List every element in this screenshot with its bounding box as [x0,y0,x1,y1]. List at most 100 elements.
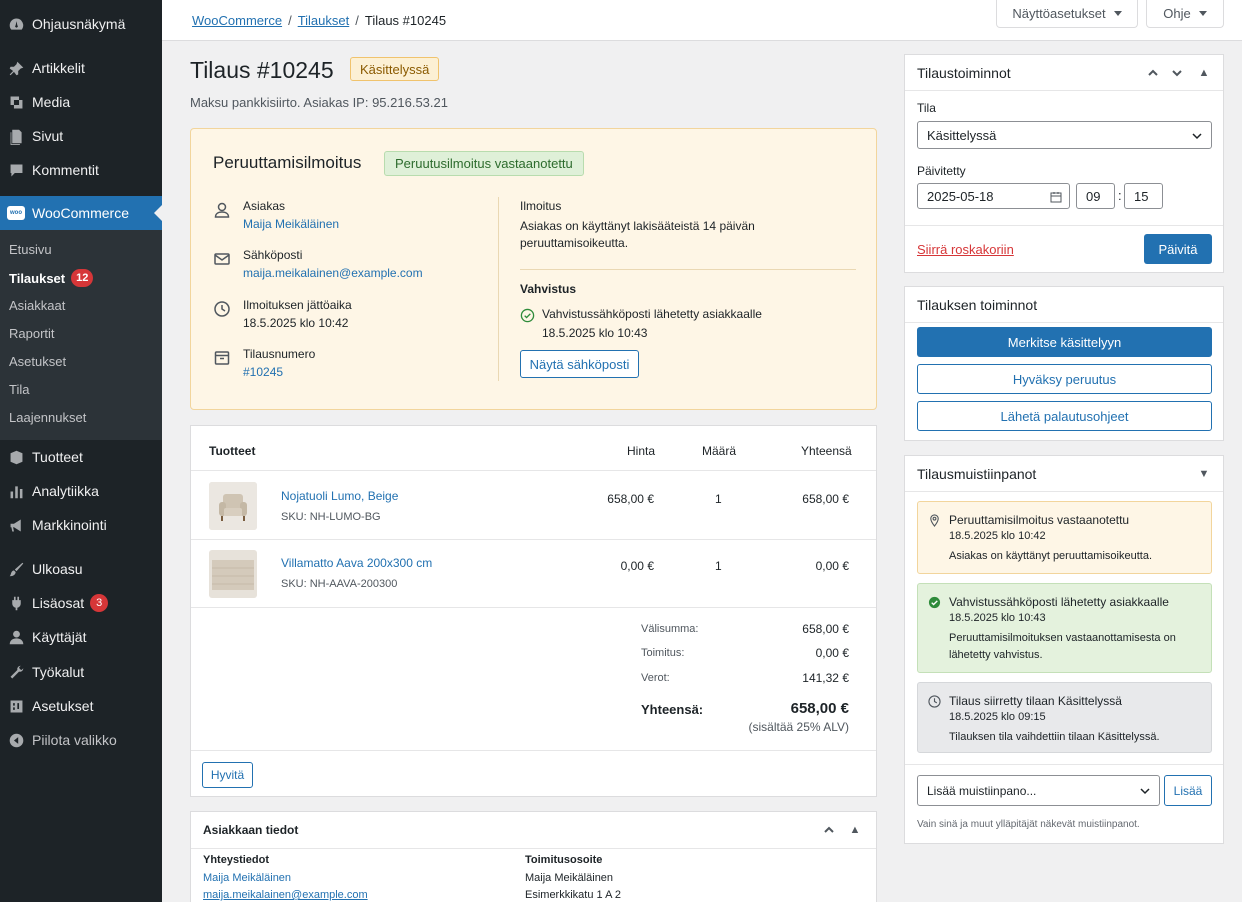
notice-text-line-1: Asiakas on käyttänyt lakisääteistä 14 pä… [520,219,755,233]
approve-cancellation-button[interactable]: Hyväksy peruutus [917,364,1212,394]
caret-down-icon [1198,11,1207,16]
menu-label: Lisäosat [32,595,85,611]
note-date: 18.5.2025 klo 10:43 [949,612,1046,624]
submenu-item-extensions[interactable]: Laajennukset [9,410,86,425]
woocommerce-submenu: Etusivu Tilaukset 12 Asiakkaat Raportit A… [0,230,162,440]
admin-sidebar: Ohjausnäkymä Artikkelit Media Sivut Komm… [0,0,162,902]
menu-label: Markkinointi [32,517,107,533]
menu-item-users[interactable]: Käyttäjät [0,620,162,654]
note-text: Asiakas on käyttänyt peruuttamisoikeutta… [949,550,1152,562]
updated-label: Päivitetty [917,164,966,178]
chevron-up-icon[interactable] [1145,65,1161,81]
chevron-down-icon[interactable] [1169,65,1185,81]
move-to-trash-link[interactable]: Siirrä roskakoriin [917,242,1014,257]
toggle-panel-icon[interactable]: ▲ [847,822,863,838]
menu-item-woocommerce[interactable]: woo WooCommerce [0,196,162,230]
subtotal-label: Välisumma: [641,623,699,635]
customer-details-panel: Asiakkaan tiedot ▲ Yhteystiedot Maija Me… [190,811,877,902]
plugins-update-badge: 3 [90,594,109,612]
breadcrumb-orders[interactable]: Tilaukset [298,13,350,28]
add-note-button[interactable]: Lisää [1164,775,1212,806]
submenu-item-status[interactable]: Tila [9,382,29,397]
menu-item-media[interactable]: Media [0,85,162,119]
shipping-heading: Toimitusosoite [525,854,603,866]
menu-item-comments[interactable]: Kommentit [0,153,162,187]
toggle-panel-icon[interactable]: ▼ [1196,466,1212,482]
menu-label: Artikkelit [32,60,85,76]
submenu-item-settings[interactable]: Asetukset [9,354,66,369]
toggle-panel-icon[interactable]: ▲ [1196,65,1212,81]
add-note-select[interactable]: Lisää muistiinpano... [917,775,1160,806]
check-circle-icon [928,596,941,609]
product-name-link[interactable]: Villamatto Aava 200x300 cm [281,556,432,570]
menu-label: Ulkoasu [32,561,83,577]
notes-hint: Vain sinä ja muut ylläpitäjät näkevät mu… [917,819,1140,830]
confirmation-text-line-1: Vahvistussähköposti lähetetty asiakkaall… [542,307,762,321]
woocommerce-icon: woo [6,203,26,223]
order-functions-panel: Tilauksen toiminnot Merkitse käsittelyyn… [904,286,1224,441]
send-return-instructions-button[interactable]: Lähetä palautusohjeet [917,401,1212,431]
screen-options-button[interactable]: Näyttöasetukset [996,0,1138,28]
collapse-icon [6,730,26,750]
menu-item-collapse[interactable]: Piilota valikko [0,723,162,757]
analytics-icon [6,481,26,501]
note-title: Tilaus siirretty tilaan Käsittelyssä [949,694,1122,708]
location-pin-icon [930,514,939,527]
calendar-icon [1050,192,1062,203]
dashboard-icon [6,14,26,34]
plugin-icon [6,593,26,613]
menu-item-dashboard[interactable]: Ohjausnäkymä [0,7,162,41]
menu-item-posts[interactable]: Artikkelit [0,51,162,85]
date-input[interactable]: 2025-05-18 [917,183,1070,209]
menu-label: Tuotteet [32,449,83,465]
menu-label: Media [32,94,71,110]
mark-processed-button[interactable]: Merkitse käsittelyyn [917,327,1212,357]
status-select[interactable]: Käsittelyssä [917,121,1212,149]
chevron-down-icon [1192,133,1202,140]
menu-item-appearance[interactable]: Ulkoasu [0,552,162,586]
order-subtitle: Maksu pankkisiirto. Asiakas IP: 95.216.5… [190,95,448,110]
contact-email-link[interactable]: maija.meikalainen@example.com [203,889,368,901]
submenu-item-reports[interactable]: Raportit [9,326,55,341]
breadcrumb-current: Tilaus #10245 [364,13,447,28]
chevron-up-icon[interactable] [821,822,837,838]
contact-name-link[interactable]: Maija Meikäläinen [203,872,291,884]
product-sku: SKU: NH-LUMO-BG [281,511,381,523]
product-name-link[interactable]: Nojatuoli Lumo, Beige [281,489,398,503]
product-thumbnail-armchair[interactable] [209,482,257,530]
submenu-item-home[interactable]: Etusivu [9,242,52,257]
confirmation-heading: Vahvistus [520,282,577,296]
column-header-price: Hinta [627,444,656,458]
menu-label: Käyttäjät [32,629,87,645]
order-number-link[interactable]: #10245 [243,365,283,379]
tax-value: 141,32 € [802,671,849,685]
menu-item-settings[interactable]: Asetukset [0,689,162,723]
submenu-item-customers[interactable]: Asiakkaat [9,298,65,313]
menu-label: Kommentit [32,162,99,178]
minute-input[interactable]: 15 [1124,183,1163,209]
order-actions-panel: Tilaustoiminnot ▲ Tila Käsittelyssä Päiv… [904,54,1224,273]
page-title: Tilaus #10245 [190,57,334,83]
help-button[interactable]: Ohje [1146,0,1224,28]
menu-item-pages[interactable]: Sivut [0,119,162,153]
product-thumbnail-rug[interactable] [209,550,257,598]
submenu-item-orders[interactable]: Tilaukset 12 [9,269,94,287]
column-header-product: Tuotteet [209,444,256,458]
view-email-button[interactable]: Näytä sähköposti [520,350,639,378]
menu-item-tools[interactable]: Työkalut [0,655,162,689]
subtotal-value: 658,00 € [802,622,849,636]
hour-input[interactable]: 09 [1076,183,1115,209]
update-button[interactable]: Päivitä [1144,234,1212,264]
tax-label: Verot: [641,672,670,684]
breadcrumb-woocommerce[interactable]: WooCommerce [192,13,282,28]
menu-item-products[interactable]: Tuotteet [0,440,162,474]
refund-button[interactable]: Hyvitä [202,762,253,788]
panel-title: Tilaustoiminnot [917,65,1011,81]
customer-name-link[interactable]: Maija Meikäläinen [243,217,339,231]
menu-item-marketing[interactable]: Markkinointi [0,508,162,542]
menu-item-analytics[interactable]: Analytiikka [0,474,162,508]
menu-item-plugins[interactable]: Lisäosat 3 [0,586,162,620]
customer-email-link[interactable]: maija.meikalainen@example.com [243,266,423,280]
note-item: Tilaus siirretty tilaan Käsittelyssä 18.… [917,682,1212,753]
menu-label: Asetukset [32,698,94,714]
